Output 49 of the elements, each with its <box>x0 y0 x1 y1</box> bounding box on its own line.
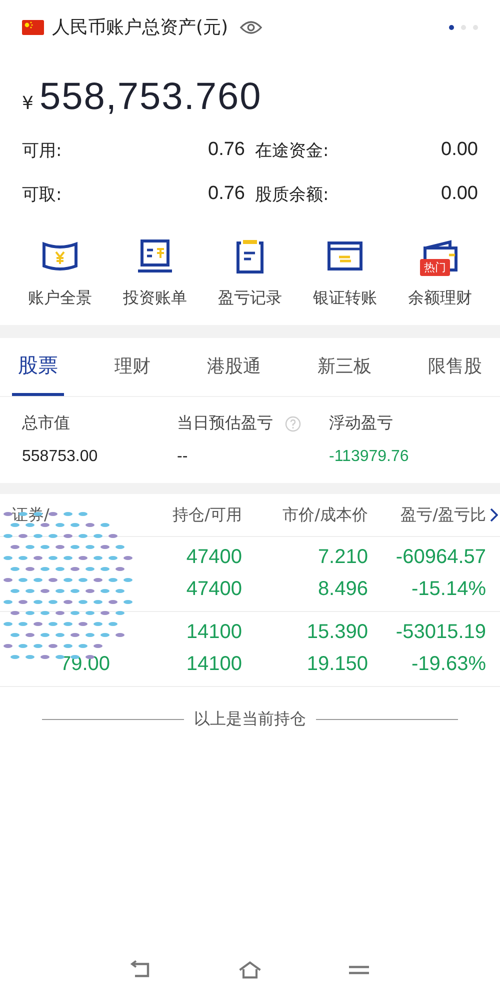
shortcut-label[interactable]: 银证转账 <box>313 288 377 309</box>
total-amount: 558,753.760 <box>39 76 262 119</box>
footer-note: 以上是当前持仓 <box>194 709 306 730</box>
table-cell-text: 15.390 <box>306 620 368 644</box>
summary-label: 当日预估盈亏 <box>177 413 273 434</box>
shortcut-label[interactable]: 账户全景 <box>28 288 92 309</box>
summary-label: 浮动盈亏 <box>329 413 393 434</box>
table-cell-text: -19.63% <box>410 652 486 676</box>
category-tab[interactable]: 理财 <box>108 338 156 396</box>
column-header: 持仓/可用 <box>172 504 242 526</box>
category-tab[interactable]: 股票 <box>12 338 64 396</box>
balance-value: 0.00 <box>441 183 478 205</box>
table-cell-text: -60964.57 <box>394 546 486 568</box>
account-title: 人民币账户总资产(元) <box>52 16 228 39</box>
summary-value: 558753.00 <box>22 448 99 466</box>
hot-badge: 热门 <box>420 259 450 276</box>
shortcut-label[interactable]: 盈亏记录 <box>218 288 282 309</box>
category-tab[interactable]: 限售股 <box>422 338 488 396</box>
table-cell-text: -53015.19 <box>394 620 486 644</box>
summary-value: -- <box>177 448 189 466</box>
table-cell-text: 7.210 <box>316 546 368 568</box>
summary-value: -113979.76 <box>329 448 410 466</box>
currency-symbol: ¥ <box>22 93 34 114</box>
balance-value: 0.76 <box>208 183 245 205</box>
chevron-right-icon[interactable] <box>490 508 498 522</box>
category-tab[interactable]: 新三板 <box>312 338 378 396</box>
table-cell-text: 19.150 <box>306 652 368 676</box>
balance-value: 0.76 <box>208 139 245 161</box>
table-cell-text: -15.14% <box>410 578 486 600</box>
column-header: 盈亏/盈亏比 <box>400 504 486 526</box>
table-cell-text: 14100 <box>185 620 242 644</box>
home-icon[interactable] <box>237 960 263 980</box>
table-cell-text: 47400 <box>185 546 242 568</box>
category-tab[interactable]: 港股通 <box>201 338 267 396</box>
laptop-icon[interactable] <box>135 238 175 274</box>
column-header: 市价/成本价 <box>282 504 368 526</box>
flag-icon <box>22 20 44 34</box>
table-cell-text: 47400 <box>185 578 242 600</box>
eye-icon[interactable] <box>240 20 262 34</box>
balance-label: 可用: <box>22 140 62 162</box>
balance-label: 在途资金: <box>255 140 329 162</box>
shortcut-label[interactable]: 余额理财 <box>408 288 472 309</box>
table-cell-text: 14100 <box>185 652 242 676</box>
table-cell-text: 8.496 <box>316 578 368 600</box>
balance-value: 0.00 <box>441 139 478 161</box>
balance-label: 可取: <box>22 184 62 206</box>
balance-label: 股质余额: <box>255 184 329 206</box>
summary-label: 总市值 <box>22 413 70 434</box>
shortcut-label[interactable]: 投资账单 <box>123 288 187 309</box>
